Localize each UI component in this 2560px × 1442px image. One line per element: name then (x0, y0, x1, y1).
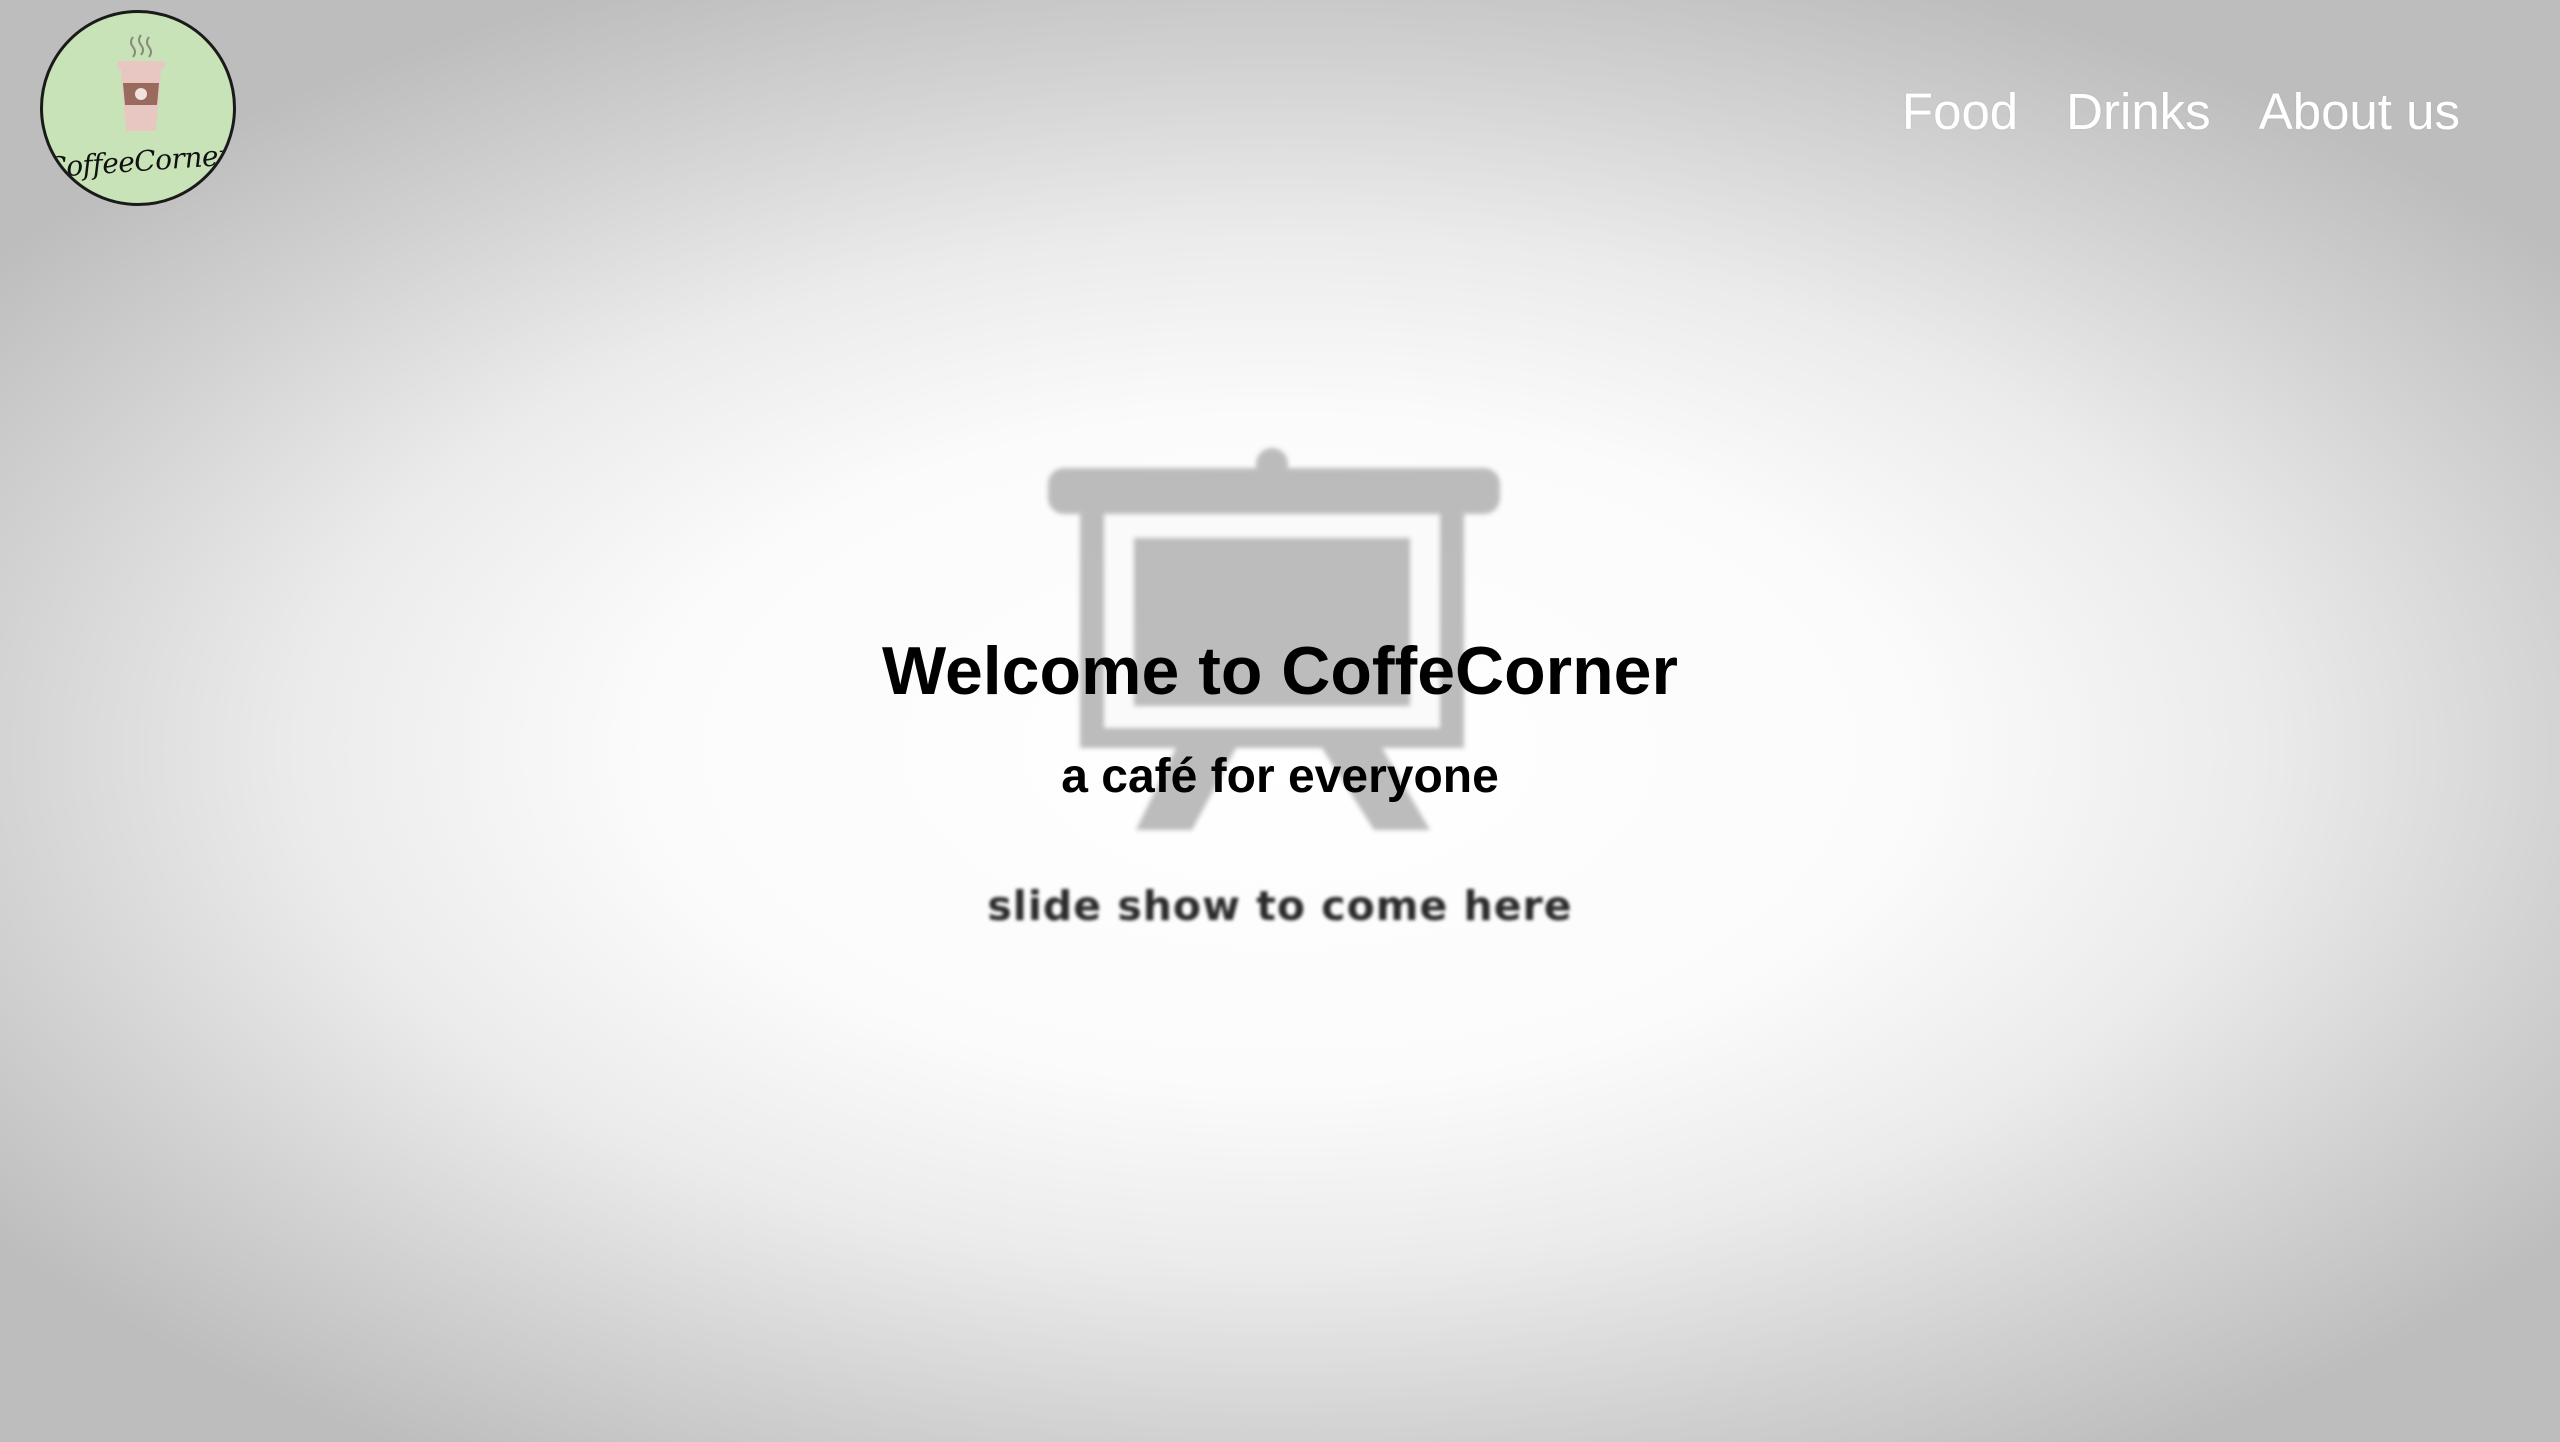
page-subtitle: a café for everyone (1061, 750, 1499, 803)
nav-link-food[interactable]: Food (1902, 82, 2018, 141)
nav-link-about-us[interactable]: About us (2259, 82, 2460, 141)
main-nav: Food Drinks About us (1902, 82, 2460, 141)
slideshow-placeholder: slide show to come here (987, 882, 1573, 930)
logo[interactable]: CoffeeCorner (40, 10, 236, 206)
nav-link-drinks[interactable]: Drinks (2066, 82, 2211, 141)
page-title: Welcome to CoffeCorner (882, 633, 1678, 709)
